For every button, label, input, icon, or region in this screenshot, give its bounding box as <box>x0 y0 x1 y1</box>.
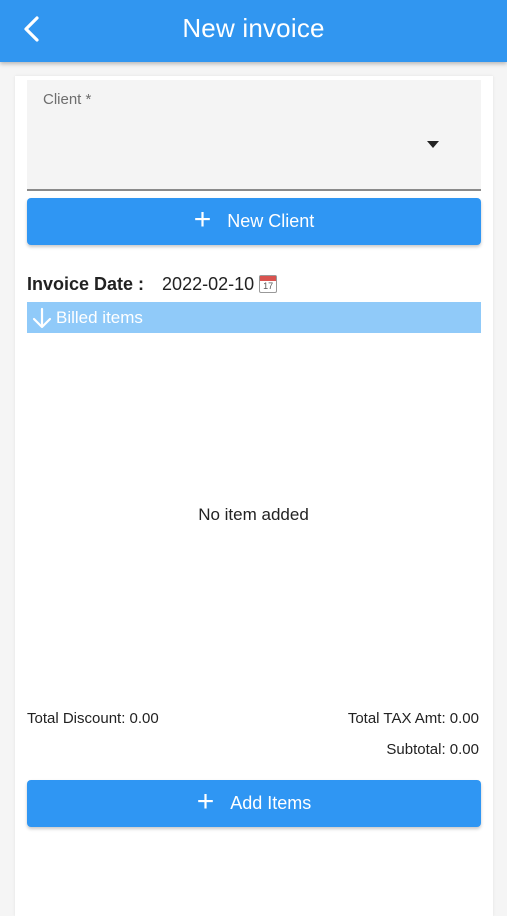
chevron-down-icon <box>427 141 439 148</box>
plus-icon: + <box>193 203 212 236</box>
client-label: Client * <box>43 91 92 108</box>
plus-icon: + <box>196 785 215 818</box>
app-bar: New invoice <box>0 0 507 62</box>
client-dropdown[interactable]: Client * <box>27 80 481 191</box>
calendar-icon-number: 17 <box>263 281 274 291</box>
add-items-button[interactable]: + Add Items <box>27 780 481 827</box>
billed-items-header[interactable]: Billed items <box>27 302 481 333</box>
total-tax: Total TAX Amt: 0.00 <box>347 710 479 727</box>
new-client-button[interactable]: + New Client <box>27 198 481 245</box>
invoice-date-row: Invoice Date : 2022-02-10 17 <box>27 272 278 296</box>
page-title: New invoice <box>182 13 325 43</box>
calendar-icon[interactable]: 17 <box>259 275 278 293</box>
invoice-date-label: Invoice Date : <box>27 273 145 294</box>
invoice-date-value[interactable]: 2022-02-10 <box>162 274 254 295</box>
arrow-down-icon <box>32 307 52 329</box>
subtotal: Subtotal: 0.00 <box>386 741 479 758</box>
total-discount: Total Discount: 0.00 <box>27 710 159 727</box>
add-items-label: Add Items <box>230 793 312 813</box>
empty-items-message: No item added <box>198 505 309 524</box>
new-client-label: New Client <box>227 211 315 231</box>
billed-items-label: Billed items <box>56 307 143 327</box>
